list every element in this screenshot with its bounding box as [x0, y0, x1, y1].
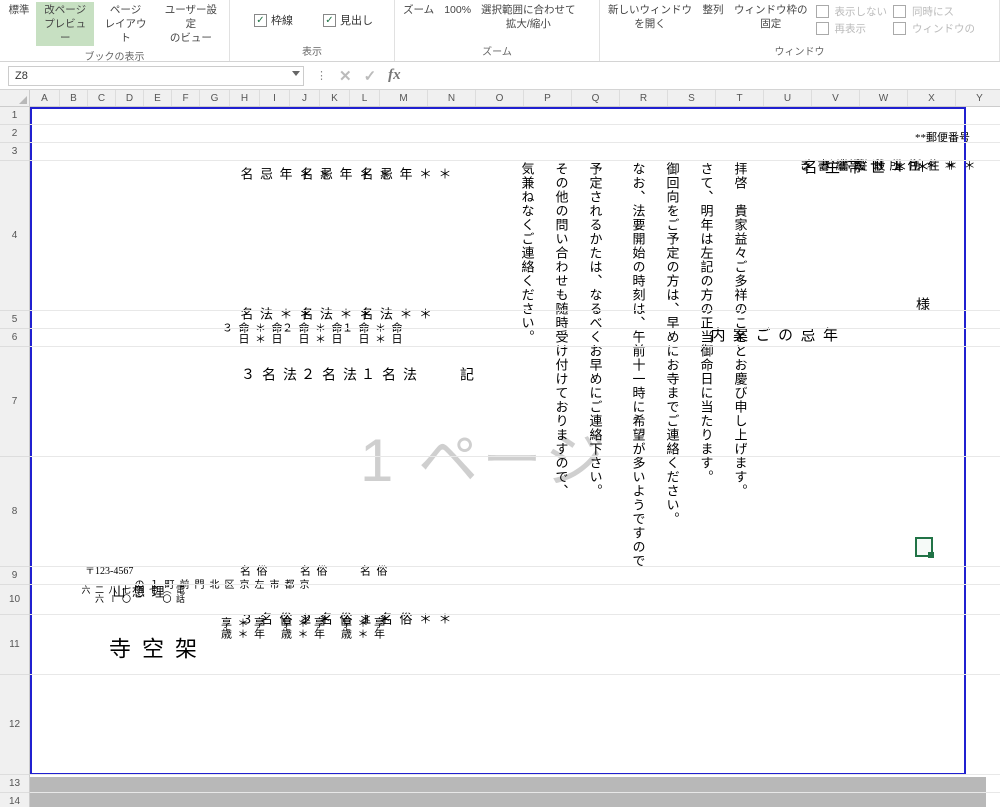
view-page-layout-button[interactable]: ページ レイアウト [96, 2, 154, 46]
cell-selection [915, 537, 933, 557]
row-header-4[interactable]: 4 [0, 161, 30, 311]
unhide-button[interactable]: 再表示 [816, 21, 888, 36]
col-header-F[interactable]: F [172, 90, 200, 106]
row-header-14[interactable]: 14 [0, 793, 30, 807]
arrange-button[interactable]: 整列 [698, 2, 728, 17]
ribbon-group-book-view: 標準 改ページ プレビュー ページ レイアウト ユーザー設定 のビュー ブックの… [0, 0, 230, 61]
household-name: ＊＊世帯主名 [797, 159, 932, 176]
ribbon-group-zoom: ズーム 100% 選択範囲に合わせて 拡大/縮小 ズーム [395, 0, 600, 61]
temple-name2: 架空寺 [102, 637, 201, 663]
zoom-selection-button[interactable]: 選択範囲に合わせて 拡大/縮小 [477, 2, 580, 31]
col-header-J[interactable]: J [290, 90, 320, 106]
col-header-C[interactable]: C [88, 90, 116, 106]
col-header-M[interactable]: M [380, 90, 428, 106]
col-header-G[interactable]: G [200, 90, 230, 106]
chevron-down-icon[interactable] [292, 71, 300, 76]
ribbon: 標準 改ページ プレビュー ページ レイアウト ユーザー設定 のビュー ブックの… [0, 0, 1000, 62]
kyounen-3: 享年 ＊＊享歳 [217, 617, 267, 639]
freeze-panes-button[interactable]: ウィンドウ枠の 固定 [730, 2, 812, 31]
col-header-W[interactable]: W [860, 90, 908, 106]
paragraph-6: その他の問い合わせも随時受け付けておりますので、 [551, 162, 571, 592]
new-window-button[interactable]: 新しいウィンドウ を開く [604, 2, 696, 31]
meinichi-1: 命日 ＊＊命日１ [338, 322, 404, 344]
zoom-100-button[interactable]: 100% [440, 2, 475, 17]
col-header-S[interactable]: S [668, 90, 716, 106]
houmyou-2: 法名２ [296, 367, 359, 381]
cancel-icon[interactable]: ✕ [339, 67, 352, 85]
col-header-O[interactable]: O [476, 90, 524, 106]
ki-heading: 記 [455, 367, 476, 381]
window-extra: 同時にス ウィンドウの [891, 2, 977, 36]
paragraph-1: 拝啓 貴家益々ご多祥のこととお慶び申し上げます。 [730, 162, 750, 562]
headings-checkbox[interactable]: ✓見出し [317, 8, 379, 32]
meinichi-3: 命日 ＊＊命日３ [218, 322, 284, 344]
view-custom-button[interactable]: ユーザー設定 のビュー [157, 2, 225, 46]
row-header-8[interactable]: 8 [0, 457, 30, 567]
col-header-A[interactable]: A [30, 90, 60, 106]
view-normal-button[interactable]: 標準 [4, 2, 34, 17]
column-headers: ABCDEFGHIJKLMNOPQRSTUVWXYZAAAB [0, 90, 1000, 107]
row-header-6[interactable]: 6 [0, 329, 30, 347]
col-header-D[interactable]: D [116, 90, 144, 106]
col-header-P[interactable]: P [524, 90, 572, 106]
temple-tel: 電話（〇七五）七〇八ー二六六 [78, 585, 186, 603]
row-header-12[interactable]: 12 [0, 675, 30, 775]
name-box[interactable]: Z8 [8, 66, 304, 86]
row-headers: 12345678910111213141516 [0, 107, 30, 807]
row-header-1[interactable]: 1 [0, 107, 30, 125]
col-header-Y[interactable]: Y [956, 90, 1000, 106]
dots-icon: ⋮ [308, 69, 335, 82]
zoom-button[interactable]: ズーム [399, 2, 438, 17]
col-header-I[interactable]: I [260, 90, 290, 106]
col-header-R[interactable]: R [620, 90, 668, 106]
col-header-B[interactable]: B [60, 90, 88, 106]
col-header-K[interactable]: K [320, 90, 350, 106]
col-header-E[interactable]: E [144, 90, 172, 106]
col-header-X[interactable]: X [908, 90, 956, 106]
sama: 様 [911, 297, 932, 311]
ribbon-group-label: ウィンドウ [604, 41, 995, 61]
fx-icon[interactable]: fx [388, 67, 401, 84]
ribbon-group-show: ✓枠線 ✓見出し 表示 [230, 0, 395, 61]
col-header-Q[interactable]: Q [572, 90, 620, 106]
hide-button[interactable]: 表示しない [816, 4, 888, 19]
doc-title: 年忌のご案内 [705, 327, 840, 345]
nenki-head-3: ＊＊年忌名 [236, 167, 334, 180]
paragraph-7: 気兼ねなくご連絡ください。 [517, 162, 537, 462]
paragraph-2: さて、明年は左記の方の正当御命日に当たります。 [696, 162, 716, 562]
gridlines-checkbox[interactable]: ✓枠線 [248, 8, 299, 32]
formula-bar: Z8 ⋮ ✕ ✓ fx [0, 62, 1000, 90]
ribbon-group-label: 表示 [234, 41, 390, 61]
houmyou-head-3: ＊＊法名 [236, 307, 314, 320]
worksheet-grid[interactable]: 12345678910111213141516 1 ページ **郵便番号 ＊＊住… [0, 107, 1000, 807]
col-header-U[interactable]: U [764, 90, 812, 106]
paragraph-3: 御回向をご予定の方は、早めにお寺までご連絡ください。 [662, 162, 682, 592]
paragraph-4: なお、法要開始の時刻は、午前十一時に希望が多いようですので [628, 162, 648, 682]
col-header-T[interactable]: T [716, 90, 764, 106]
col-header-H[interactable]: H [230, 90, 260, 106]
row-header-13[interactable]: 13 [0, 775, 30, 793]
ribbon-group-label: ズーム [399, 41, 595, 61]
col-header-V[interactable]: V [812, 90, 860, 106]
row-header-9[interactable]: 9 [0, 567, 30, 585]
confirm-icon[interactable]: ✓ [364, 67, 377, 85]
col-header-N[interactable]: N [428, 90, 476, 106]
row-header-5[interactable]: 5 [0, 311, 30, 329]
select-all-corner[interactable] [0, 90, 30, 106]
paragraph-5: 予定されるかたは、なるべくお早めにご連絡下さい。 [585, 162, 605, 622]
meinichi-2: 命日 ＊＊命日２ [278, 322, 344, 344]
row-header-2[interactable]: 2 [0, 125, 30, 143]
ribbon-group-label: ブックの表示 [4, 46, 225, 66]
row-header-11[interactable]: 11 [0, 615, 30, 675]
temple-postal: 〒123-4567 [85, 562, 133, 577]
row-header-10[interactable]: 10 [0, 585, 30, 615]
window-hide-group: 表示しない 再表示 [814, 2, 890, 36]
view-page-break-button[interactable]: 改ページ プレビュー [36, 2, 94, 46]
row-header-3[interactable]: 3 [0, 143, 30, 161]
row-header-7[interactable]: 7 [0, 347, 30, 457]
col-header-L[interactable]: L [350, 90, 380, 106]
ribbon-group-window: 新しいウィンドウ を開く 整列 ウィンドウ枠の 固定 表示しない 再表示 同時に… [600, 0, 1000, 61]
houmyou-1: 法名１ [356, 367, 419, 381]
houmyou-3: 法名３ [236, 367, 299, 381]
